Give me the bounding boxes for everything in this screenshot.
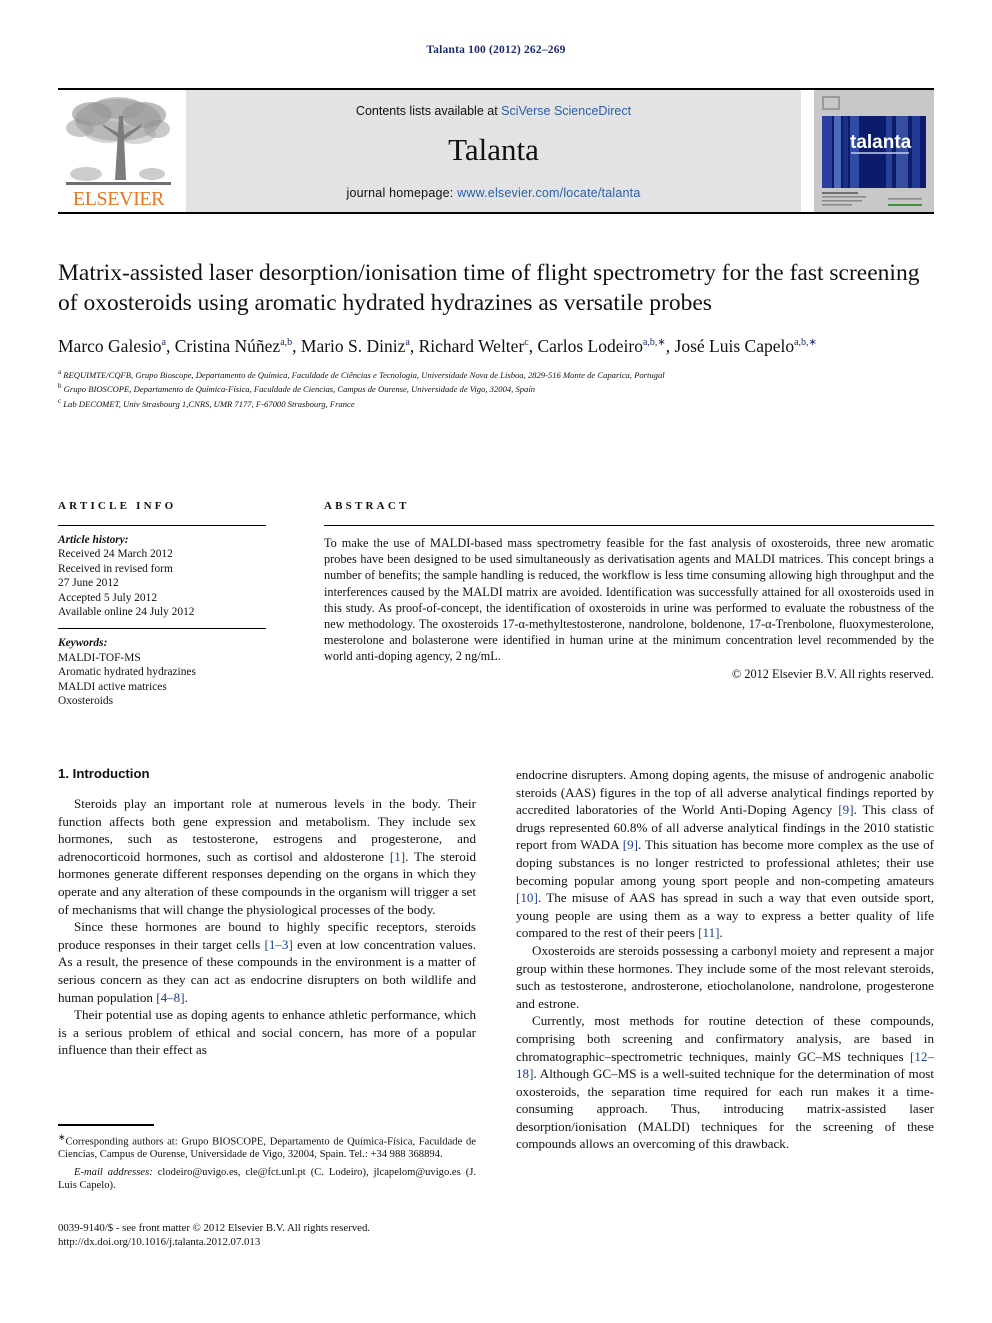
keywords-block: Keywords: MALDI-TOF-MS Aromatic hydrated … — [58, 636, 266, 708]
title-block: Matrix-assisted laser desorption/ionisat… — [58, 258, 934, 410]
masthead-center-panel: Contents lists available at SciVerse Sci… — [186, 90, 801, 212]
section-title-introduction: 1. Introduction — [58, 766, 150, 781]
author-name: Mario S. Diniz — [300, 335, 406, 356]
journal-homepage-line: journal homepage: www.elsevier.com/locat… — [186, 186, 801, 200]
author-list: Marco Galesioa, Cristina Núñeza,b, Mario… — [58, 335, 817, 356]
author-name: Richard Welter — [418, 335, 525, 356]
article-history-line: 27 June 2012 — [58, 577, 119, 590]
author-name: José Luis Capelo — [674, 335, 795, 356]
abstract-copyright: © 2012 Elsevier B.V. All rights reserved… — [731, 666, 934, 681]
author-name: Cristina Núñez — [174, 335, 281, 356]
citation-reference[interactable]: [9] — [623, 837, 638, 852]
footnote-email-label: E-mail addresses: — [74, 1166, 153, 1178]
footnote-corresponding-text: Corresponding authors at: Grupo BIOSCOPE… — [58, 1136, 476, 1161]
right-column-paragraphs: endocrine disrupters. Among doping agent… — [516, 766, 934, 1153]
elsevier-logo: ELSEVIER — [58, 90, 179, 213]
body-paragraph: Steroids play an important role at numer… — [58, 795, 476, 918]
keyword-item: MALDI active matrices — [58, 680, 167, 693]
journal-cover-thumbnail: talanta — [814, 90, 934, 212]
corresponding-author-footnote: ∗Corresponding authors at: Grupo BIOSCOP… — [58, 1124, 476, 1193]
affiliation-item: a REQUIMTE/CQFB, Grupo Bioscope, Departa… — [58, 367, 934, 381]
author-affiliation-marker: a,b — [280, 337, 293, 348]
article-history-block: Article history: Received 24 March 2012 R… — [58, 533, 266, 619]
keyword-item: Oxosteroids — [58, 695, 114, 708]
author-affiliation-marker: a,b,∗ — [794, 337, 817, 348]
sciencedirect-link[interactable]: SciVerse ScienceDirect — [501, 104, 631, 118]
abstract-column: ABSTRACT To make the use of MALDI-based … — [324, 500, 934, 682]
body-column-left: 1. Introduction Steroids play an importa… — [58, 766, 476, 1059]
paragraph-text: Oxosteroids are steroids possessing a ca… — [516, 942, 934, 1011]
author-name: Carlos Lodeiro — [537, 335, 643, 356]
keyword-items: MALDI-TOF-MS Aromatic hydrated hydrazines… — [58, 651, 266, 709]
journal-cover-image: talanta — [814, 90, 934, 212]
keyword-item: MALDI-TOF-MS — [58, 651, 141, 664]
author-affiliation-marker: a,b,∗ — [642, 337, 666, 348]
citation-reference[interactable]: [10] — [516, 890, 538, 905]
affiliation-list: a REQUIMTE/CQFB, Grupo Bioscope, Departa… — [58, 367, 934, 410]
paper-page: Talanta 100 (2012) 262–269 ELSEVIER Cont… — [0, 0, 992, 1323]
left-column-paragraphs: Steroids play an important role at numer… — [58, 795, 476, 1059]
masthead-bottom-rule — [58, 212, 934, 214]
journal-masthead: ELSEVIER Contents lists available at Sci… — [58, 88, 934, 214]
article-history-line: Accepted 5 July 2012 — [58, 591, 158, 604]
abstract-heading: ABSTRACT — [324, 500, 410, 512]
body-paragraph: Their potential use as doping agents to … — [58, 1006, 476, 1059]
journal-homepage-link[interactable]: www.elsevier.com/locate/talanta — [457, 186, 640, 200]
issn-line: 0039-9140/$ - see front matter © 2012 El… — [58, 1222, 371, 1234]
footnote-rule — [58, 1124, 154, 1126]
author-affiliation-marker: a — [405, 337, 410, 348]
footnote-star-icon: ∗ — [58, 1131, 66, 1142]
affiliation-text: REQUIMTE/CQFB, Grupo Bioscope, Departame… — [61, 369, 665, 380]
elsevier-wordmark: ELSEVIER — [72, 188, 165, 210]
paragraph-text: . The misuse of AAS has spread in such a… — [516, 890, 934, 941]
body-paragraph: Oxosteroids are steroids possessing a ca… — [516, 942, 934, 1012]
article-history-line: Received 24 March 2012 — [58, 548, 173, 561]
keyword-item: Aromatic hydrated hydrazines — [58, 666, 196, 679]
svg-text:talanta: talanta — [850, 132, 912, 153]
article-info-rule — [58, 525, 266, 526]
journal-title: Talanta — [448, 132, 539, 167]
abstract-rule — [324, 525, 934, 526]
running-head: Talanta 100 (2012) 262–269 — [426, 44, 566, 56]
citation-reference[interactable]: [1] — [390, 849, 405, 864]
citation-reference[interactable]: [4–8] — [156, 990, 184, 1005]
affiliation-text: Lab DECOMET, Univ Strasbourg 1,CNRS, UMR… — [61, 398, 355, 409]
author-name: Marco Galesio — [58, 335, 162, 356]
article-history-lines: Received 24 March 2012 Received in revise… — [58, 547, 266, 619]
page-title: Matrix-assisted laser desorption/ionisat… — [58, 260, 920, 316]
paragraph-text: Currently, most methods for routine dete… — [516, 1013, 934, 1064]
abstract-text: To make the use of MALDI-based mass spec… — [324, 536, 934, 664]
issn-doi-block: 0039-9140/$ - see front matter © 2012 El… — [58, 1221, 498, 1249]
article-history-line: Available online 24 July 2012 — [58, 606, 195, 619]
paragraph-text: . — [719, 925, 723, 941]
article-history-heading: Article history: — [58, 534, 129, 546]
contents-available-line: Contents lists available at SciVerse Sci… — [186, 104, 801, 118]
body-paragraph: Currently, most methods for routine dete… — [516, 1012, 934, 1153]
citation-reference[interactable]: [11] — [698, 925, 719, 940]
author-affiliation-marker: c — [524, 337, 529, 348]
affiliation-item: c Lab DECOMET, Univ Strasbourg 1,CNRS, U… — [58, 396, 934, 410]
affiliation-text: Grupo BIOSCOPE, Departamento de Química-… — [61, 384, 536, 395]
citation-reference[interactable]: [9] — [838, 802, 853, 817]
affiliation-item: b Grupo BIOSCOPE, Departamento de Químic… — [58, 381, 934, 395]
body-paragraph: Since these hormones are bound to highly… — [58, 918, 476, 1006]
paragraph-text: . Although GC–MS is a well-suited techni… — [516, 1066, 934, 1152]
article-history-line: Received in revised form — [58, 562, 173, 575]
article-info-heading: ARTICLE INFO — [58, 500, 177, 512]
paragraph-text: . — [184, 989, 188, 1005]
contents-prefix-text: Contents lists available at — [355, 104, 502, 118]
footnote-text: ∗Corresponding authors at: Grupo BIOSCOP… — [58, 1131, 476, 1193]
keywords-heading: Keywords: — [58, 637, 108, 650]
body-column-right: endocrine disrupters. Among doping agent… — [516, 766, 934, 1153]
elsevier-tree-icon — [66, 97, 171, 185]
doi-line[interactable]: http://dx.doi.org/10.1016/j.talanta.2012… — [58, 1235, 498, 1249]
body-paragraph: endocrine disrupters. Among doping agent… — [516, 766, 934, 942]
article-info-column: ARTICLE INFO Article history: Received 2… — [58, 500, 266, 708]
paragraph-text: Their potential use as doping agents to … — [58, 1007, 476, 1058]
citation-reference[interactable]: [1–3] — [264, 937, 292, 952]
keywords-rule — [58, 628, 266, 630]
homepage-prefix-text: journal homepage: — [346, 186, 458, 200]
author-affiliation-marker: a — [161, 337, 166, 348]
